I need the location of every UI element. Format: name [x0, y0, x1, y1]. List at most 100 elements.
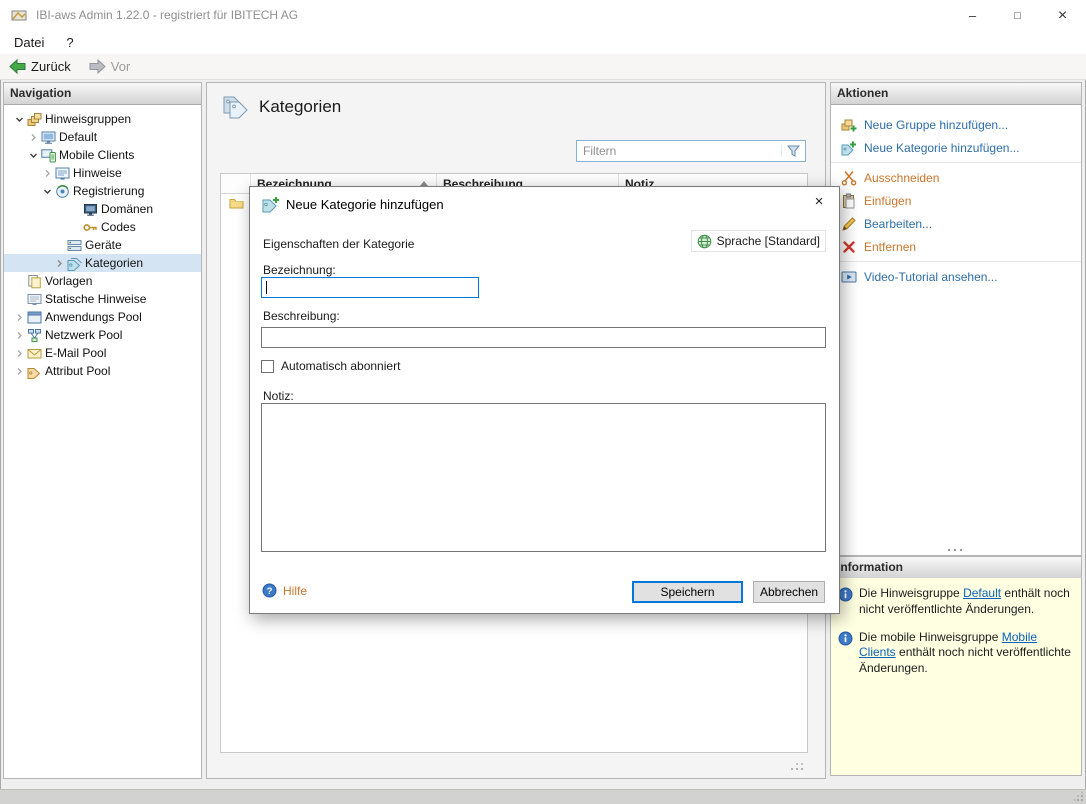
tree-item-registrierung[interactable]: Registrierung	[4, 182, 201, 200]
tree-item-label: E-Mail Pool	[45, 346, 107, 360]
statusbar	[0, 789, 1086, 804]
tree-item-hinweise[interactable]: Hinweise	[4, 164, 201, 182]
chevron-expanded-icon[interactable]	[40, 187, 54, 196]
action-label: Ausschneiden	[864, 170, 940, 185]
app-icon	[11, 7, 27, 23]
tree-item-hinweisgruppen[interactable]: Hinweisgruppen	[4, 110, 201, 128]
tree-item-mobile-clients[interactable]: Mobile Clients	[4, 146, 201, 164]
information-panel-header: Information	[831, 557, 1081, 579]
bezeichnung-field-wrap	[261, 277, 479, 298]
chevron-collapsed-icon[interactable]	[52, 259, 66, 268]
splitter-grip[interactable]	[831, 549, 1081, 552]
tree-item-codes[interactable]: Codes	[4, 218, 201, 236]
domain-icon	[82, 202, 98, 217]
tree-item-default[interactable]: Default	[4, 128, 201, 146]
tags-icon	[66, 256, 82, 271]
notiz-textarea[interactable]	[261, 403, 826, 552]
add-category-icon	[841, 140, 857, 156]
action-remove[interactable]: Entfernen	[831, 235, 1081, 258]
info-text: Die Hinweisgruppe Default enthält noch n…	[859, 586, 1074, 618]
network-pool-icon	[26, 328, 42, 343]
navigation-panel: Navigation Hinweisgruppen Default Mobile…	[3, 82, 202, 779]
action-label: Video-Tutorial ansehen...	[864, 269, 998, 284]
folder-icon	[221, 197, 251, 209]
language-selector[interactable]: Sprache [Standard]	[690, 230, 826, 252]
minimize-button[interactable]: –	[950, 1, 995, 30]
add-category-icon	[261, 195, 281, 213]
forward-arrow-icon	[89, 59, 106, 74]
help-icon: ?	[262, 583, 277, 598]
action-paste[interactable]: Einfügen	[831, 189, 1081, 212]
beschreibung-label: Beschreibung:	[263, 309, 340, 323]
actions-separator	[831, 261, 1081, 262]
tree-item-label: Anwendungs Pool	[45, 310, 142, 324]
info-link-default[interactable]: Default	[963, 586, 1001, 600]
monitor-icon	[40, 130, 56, 145]
info-item-mobile-clients: Die mobile Hinweisgruppe Mobile Clients …	[838, 630, 1074, 677]
dialog-title: Neue Kategorie hinzufügen	[286, 197, 444, 212]
new-category-dialog: Neue Kategorie hinzufügen × Eigenschafte…	[249, 186, 840, 614]
chevron-collapsed-icon[interactable]	[12, 367, 26, 376]
language-label: Sprache [Standard]	[716, 234, 820, 248]
filter-input[interactable]	[577, 141, 781, 161]
tree-item-anwendungs-pool[interactable]: Anwendungs Pool	[4, 308, 201, 326]
chevron-expanded-icon[interactable]	[26, 151, 40, 160]
menu-help[interactable]: ?	[55, 30, 84, 54]
beschreibung-input[interactable]	[261, 327, 826, 348]
tree-item-label: Domänen	[101, 202, 154, 216]
panel-resize-grip[interactable]	[790, 761, 804, 771]
tree-item-attribut-pool[interactable]: Attribut Pool	[4, 362, 201, 380]
info-text-prefix: Die mobile Hinweisgruppe	[859, 629, 1002, 644]
tree-item-netzwerk-pool[interactable]: Netzwerk Pool	[4, 326, 201, 344]
action-video-tutorial[interactable]: Video-Tutorial ansehen...	[831, 265, 1081, 288]
bezeichnung-label: Bezeichnung:	[263, 263, 336, 277]
tree-item-email-pool[interactable]: E-Mail Pool	[4, 344, 201, 362]
maximize-button[interactable]: □	[995, 1, 1040, 30]
window-resize-grip[interactable]	[1073, 791, 1084, 802]
chevron-expanded-icon[interactable]	[12, 115, 26, 124]
add-group-icon	[841, 117, 857, 133]
filter-icon[interactable]	[781, 145, 805, 157]
chevron-collapsed-icon[interactable]	[26, 133, 40, 142]
forward-button[interactable]: Vor	[80, 54, 140, 79]
action-label: Neue Gruppe hinzufügen...	[864, 117, 1009, 132]
tree-item-vorlagen[interactable]: Vorlagen	[4, 272, 201, 290]
info-icon	[838, 630, 853, 677]
registration-icon	[54, 184, 70, 199]
action-new-group[interactable]: Neue Gruppe hinzufügen...	[831, 113, 1081, 136]
svg-text:?: ?	[267, 586, 273, 597]
action-edit[interactable]: Bearbeiten...	[831, 212, 1081, 235]
close-button[interactable]: ×	[1040, 1, 1085, 30]
info-item-default: Die Hinweisgruppe Default enthält noch n…	[838, 586, 1074, 618]
cancel-button[interactable]: Abbrechen	[753, 581, 825, 603]
bezeichnung-input[interactable]	[261, 277, 479, 298]
mail-pool-icon	[26, 346, 42, 361]
action-new-category[interactable]: Neue Kategorie hinzufügen...	[831, 136, 1081, 159]
help-link[interactable]: ? Hilfe	[262, 583, 307, 598]
back-button[interactable]: Zurück	[0, 54, 80, 79]
chevron-collapsed-icon[interactable]	[40, 169, 54, 178]
tree-item-kategorien[interactable]: Kategorien	[4, 254, 201, 272]
action-label: Einfügen	[864, 193, 912, 208]
menu-datei[interactable]: Datei	[0, 30, 55, 54]
auto-subscribe-label: Automatisch abonniert	[281, 359, 401, 373]
tree-item-geraete[interactable]: Geräte	[4, 236, 201, 254]
mobile-icon	[40, 148, 56, 163]
chevron-collapsed-icon[interactable]	[12, 331, 26, 340]
dialog-close-button[interactable]: ×	[799, 187, 839, 216]
save-button[interactable]: Speichern	[632, 581, 743, 603]
tree-item-domaenen[interactable]: Domänen	[4, 200, 201, 218]
beschreibung-field-wrap	[261, 327, 826, 348]
tree-item-statische-hinweise[interactable]: Statische Hinweise	[4, 290, 201, 308]
navigation-tree: Hinweisgruppen Default Mobile Clients Hi…	[4, 105, 201, 380]
info-text-prefix: Die Hinweisgruppe	[859, 586, 964, 600]
chevron-collapsed-icon[interactable]	[12, 349, 26, 358]
chevron-collapsed-icon[interactable]	[12, 313, 26, 322]
window-title: IBI-aws Admin 1.22.0 - registriert für I…	[36, 8, 299, 22]
action-label: Bearbeiten...	[864, 216, 933, 231]
actions-panel-header: Aktionen	[831, 83, 1081, 105]
action-cut[interactable]: Ausschneiden	[831, 166, 1081, 189]
video-icon	[841, 269, 857, 285]
auto-subscribe-checkbox[interactable]	[261, 359, 274, 373]
table-header-icon-column[interactable]	[221, 174, 251, 193]
